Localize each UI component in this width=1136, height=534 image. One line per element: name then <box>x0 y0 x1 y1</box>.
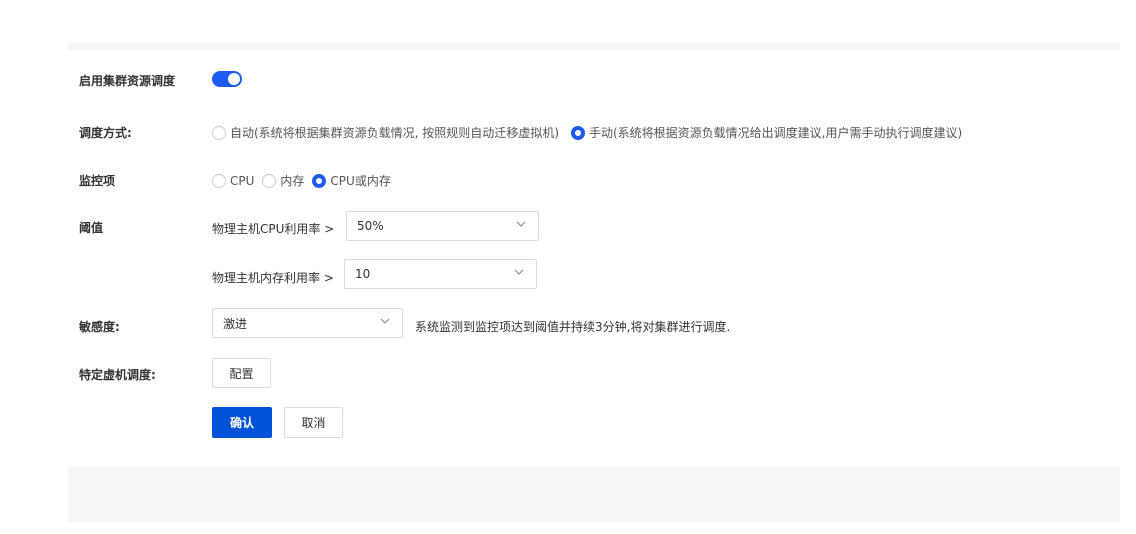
monitor-cpu-or-memory-label: CPU或内存 <box>330 174 391 188</box>
chevron-down-icon <box>516 221 526 227</box>
monitor-cpu-label: CPU <box>230 173 255 188</box>
sensitivity-select[interactable]: 激进 <box>212 308 403 338</box>
radio-checked-icon <box>571 125 585 140</box>
cpu-threshold-select[interactable]: 50% <box>346 211 539 241</box>
cpu-threshold-prefix: 物理主机CPU利用率 > <box>212 222 335 236</box>
cancel-button[interactable]: 取消 <box>284 407 343 438</box>
monitor-item-label: 监控项 <box>79 174 116 188</box>
confirm-button[interactable]: 确认 <box>212 407 272 438</box>
radio-circle-icon <box>212 173 226 188</box>
toggle-knob <box>228 73 240 85</box>
threshold-label: 阈值 <box>79 221 104 235</box>
bottom-panel <box>68 467 1120 522</box>
scheduling-mode-label: 调度方式: <box>79 126 132 140</box>
monitor-memory-radio[interactable]: 内存 <box>262 172 304 189</box>
radio-checked-icon <box>312 173 327 188</box>
sensitivity-label: 敏感度: <box>79 320 120 334</box>
radio-circle-icon <box>212 125 226 140</box>
monitor-cpu-radio[interactable]: CPU <box>212 173 255 188</box>
mode-manual-label: 手动(系统将根据资源负载情况给出调度建议,用户需手动执行调度建议) <box>589 126 963 140</box>
chevron-down-icon <box>514 269 524 275</box>
scheduling-mode-radio-group: 自动(系统将根据集群资源负载情况, 按照规则自动迁移虚拟机) 手动(系统将根据资… <box>212 124 970 141</box>
memory-threshold-select[interactable]: 10 <box>344 259 537 289</box>
mode-manual-radio[interactable]: 手动(系统将根据资源负载情况给出调度建议,用户需手动执行调度建议) <box>571 124 962 141</box>
cpu-threshold-value: 50% <box>357 219 384 233</box>
sensitivity-value: 激进 <box>223 316 248 331</box>
sensitivity-hint: 系统监测到监控项达到阈值并持续3分钟,将对集群进行调度. <box>415 320 731 334</box>
enable-scheduling-label: 启用集群资源调度 <box>79 74 176 88</box>
memory-threshold-value: 10 <box>355 267 371 281</box>
specific-vm-scheduling-label: 特定虚机调度: <box>79 368 156 382</box>
monitor-memory-label: 内存 <box>280 174 305 188</box>
memory-threshold-prefix: 物理主机内存利用率 > <box>212 271 334 285</box>
radio-circle-icon <box>262 173 277 188</box>
chevron-down-icon <box>380 318 390 324</box>
enable-scheduling-toggle[interactable] <box>212 71 242 87</box>
monitor-cpu-or-memory-radio[interactable]: CPU或内存 <box>312 172 391 189</box>
configure-button[interactable]: 配置 <box>212 358 271 388</box>
mode-auto-label: 自动(系统将根据集群资源负载情况, 按照规则自动迁移虚拟机) <box>230 126 559 140</box>
monitor-item-radio-group: CPU 内存 CPU或内存 <box>212 172 399 189</box>
top-divider-bar <box>68 43 1120 50</box>
mode-auto-radio[interactable]: 自动(系统将根据集群资源负载情况, 按照规则自动迁移虚拟机) <box>212 124 559 141</box>
